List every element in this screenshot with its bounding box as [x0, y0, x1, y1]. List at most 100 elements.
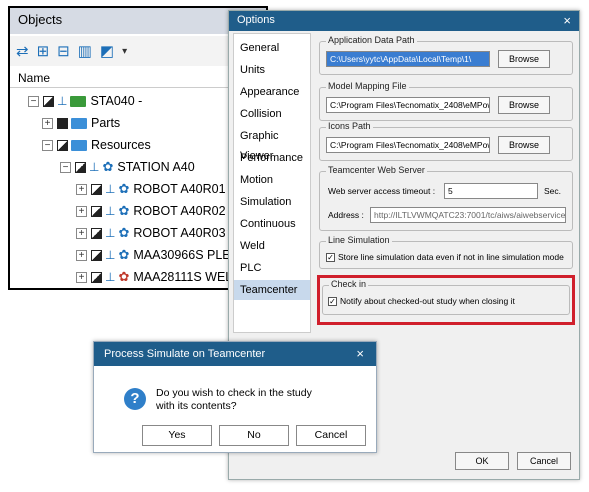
- nav-item-collision[interactable]: Collision: [234, 104, 310, 124]
- create-object-icon[interactable]: ◩: [100, 42, 114, 60]
- station-icon: ⊥: [105, 270, 116, 284]
- ok-button[interactable]: OK: [455, 452, 509, 470]
- tree-view-icon[interactable]: ⊞: [37, 42, 50, 60]
- dropdown-arrow-icon[interactable]: ▾: [122, 46, 127, 57]
- tree-node-label: ROBOT A40R03 F: [133, 226, 237, 240]
- visibility-icon[interactable]: [91, 249, 102, 261]
- nav-item-appearance[interactable]: Appearance: [234, 82, 310, 102]
- folder-icon: [71, 139, 87, 151]
- resource-icon: ✿: [118, 247, 130, 262]
- group-title: Icons Path: [326, 121, 373, 131]
- expand-icon[interactable]: +: [76, 227, 87, 239]
- line-simulation-group: Line Simulation ✓ Store line simulation …: [319, 235, 573, 269]
- highlight-box: [317, 275, 575, 325]
- tree-node-parts[interactable]: + Parts: [42, 112, 120, 134]
- app-data-path-field[interactable]: C:\Users\yytc\AppData\Local\Temp\1\: [326, 51, 490, 67]
- expand-icon[interactable]: +: [76, 271, 87, 283]
- ps-titlebar: Process Simulate on Teamcenter ×: [94, 342, 376, 366]
- address-field[interactable]: http://ILTLVWMQATC23:7001/tc/aiws/aiwebs…: [370, 207, 566, 223]
- tree-node-station-a40[interactable]: − ⊥ ✿ STATION A40: [60, 156, 195, 178]
- nav-item-continuous[interactable]: Continuous: [234, 214, 310, 234]
- message-line: with its contents?: [156, 400, 237, 412]
- app-data-path-group: Application Data Path C:\Users\yytc\AppD…: [319, 35, 573, 75]
- tree-node-label: ROBOT A40R01 F: [133, 182, 237, 196]
- station-icon: ⊥: [89, 160, 100, 174]
- address-label: Address :: [328, 210, 364, 220]
- timeout-label: Web server access timeout :: [328, 186, 436, 196]
- visibility-icon[interactable]: [43, 95, 54, 107]
- tree-node-maa30966s[interactable]: + ⊥ ✿ MAA30966S PLEN: [76, 244, 240, 266]
- visibility-icon[interactable]: [75, 161, 86, 173]
- weld-resource-icon: ✿: [118, 269, 130, 284]
- station-icon: ⊥: [105, 204, 116, 218]
- tree-node-maa28111s[interactable]: + ⊥ ✿ MAA28111S WEL: [76, 266, 232, 288]
- nav-item-plc[interactable]: PLC: [234, 258, 310, 278]
- visibility-icon[interactable]: [57, 117, 68, 129]
- icons-path-field[interactable]: C:\Program Files\Tecnomatix_2408\eMPower…: [326, 137, 490, 153]
- nav-item-motion[interactable]: Motion: [234, 170, 310, 190]
- group-title: Teamcenter Web Server: [326, 165, 427, 175]
- station-icon: ⊥: [105, 248, 116, 262]
- close-icon[interactable]: ×: [563, 13, 571, 28]
- nav-item-teamcenter[interactable]: Teamcenter: [234, 280, 310, 300]
- tree-node-label: MAA30966S PLEN: [133, 248, 240, 262]
- visibility-icon[interactable]: [91, 183, 102, 195]
- expand-icon[interactable]: +: [76, 183, 87, 195]
- group-title: Line Simulation: [326, 235, 392, 245]
- visibility-icon[interactable]: [91, 227, 102, 239]
- ps-message: Do you wish to check in the study with i…: [156, 387, 356, 413]
- visibility-icon[interactable]: [57, 139, 68, 151]
- nav-item-units[interactable]: Units: [234, 60, 310, 80]
- browse-button[interactable]: Browse: [498, 96, 550, 114]
- hierarchy-icon[interactable]: ⊟: [57, 42, 70, 60]
- nav-item-weld[interactable]: Weld: [234, 236, 310, 256]
- ps-title: Process Simulate on Teamcenter: [104, 348, 266, 360]
- tree-node-label: STATION A40: [117, 160, 195, 174]
- tree-node-robot-a40r01[interactable]: + ⊥ ✿ ROBOT A40R01 F: [76, 178, 237, 200]
- visibility-icon[interactable]: [91, 271, 102, 283]
- station-icon: ⊥: [105, 226, 116, 240]
- group-title: Application Data Path: [326, 35, 417, 45]
- nav-item-simulation[interactable]: Simulation: [234, 192, 310, 212]
- line-simulation-label: Store line simulation data even if not i…: [338, 252, 564, 262]
- question-icon: ?: [124, 388, 146, 410]
- expand-icon[interactable]: +: [42, 117, 53, 129]
- options-titlebar: Options ×: [229, 11, 579, 31]
- browse-button[interactable]: Browse: [498, 50, 550, 68]
- station-icon: ⊥: [57, 94, 68, 108]
- expand-icon[interactable]: +: [76, 249, 87, 261]
- close-icon[interactable]: ×: [356, 346, 364, 361]
- robot-icon: ✿: [118, 225, 130, 240]
- icons-path-group: Icons Path C:\Program Files\Tecnomatix_2…: [319, 121, 573, 161]
- collapse-icon[interactable]: −: [60, 161, 71, 173]
- tree-node-label: Parts: [91, 116, 121, 130]
- compound-resource-icon: ✿: [102, 159, 114, 174]
- cancel-button[interactable]: Cancel: [296, 425, 366, 446]
- tree-node-robot-a40r02[interactable]: + ⊥ ✿ ROBOT A40R02 F: [76, 200, 237, 222]
- columns-icon[interactable]: ▥: [78, 42, 92, 60]
- study-folder-icon: [70, 95, 87, 107]
- visibility-icon[interactable]: [91, 205, 102, 217]
- model-mapping-group: Model Mapping File C:\Program Files\Tecn…: [319, 81, 573, 121]
- model-mapping-field[interactable]: C:\Program Files\Tecnomatix_2408\eMPower…: [326, 97, 490, 113]
- browse-button[interactable]: Browse: [498, 136, 550, 154]
- timeout-field[interactable]: 5: [444, 183, 538, 199]
- collapse-icon[interactable]: −: [42, 139, 53, 151]
- line-simulation-checkbox[interactable]: ✓: [326, 253, 335, 262]
- robot-icon: ✿: [118, 181, 130, 196]
- tree-node-resources[interactable]: − Resources: [42, 134, 151, 156]
- no-button[interactable]: No: [219, 425, 289, 446]
- cancel-button[interactable]: Cancel: [517, 452, 571, 470]
- expand-icon[interactable]: +: [76, 205, 87, 217]
- yes-button[interactable]: Yes: [142, 425, 212, 446]
- tree-node-label: Resources: [91, 138, 151, 152]
- tree-node-sta040[interactable]: − ⊥ STA040 -: [28, 90, 142, 112]
- nav-item-performance[interactable]: Performance: [234, 148, 310, 168]
- folder-icon: [71, 117, 87, 129]
- nav-item-general[interactable]: General: [234, 38, 310, 58]
- collapse-icon[interactable]: −: [28, 95, 39, 107]
- swap-icon[interactable]: ⇄: [16, 42, 29, 60]
- process-simulate-dialog: Process Simulate on Teamcenter × ? Do yo…: [93, 341, 377, 453]
- nav-item-graphic-viewer[interactable]: Graphic Viewer: [234, 126, 310, 162]
- tree-node-robot-a40r03[interactable]: + ⊥ ✿ ROBOT A40R03 F: [76, 222, 237, 244]
